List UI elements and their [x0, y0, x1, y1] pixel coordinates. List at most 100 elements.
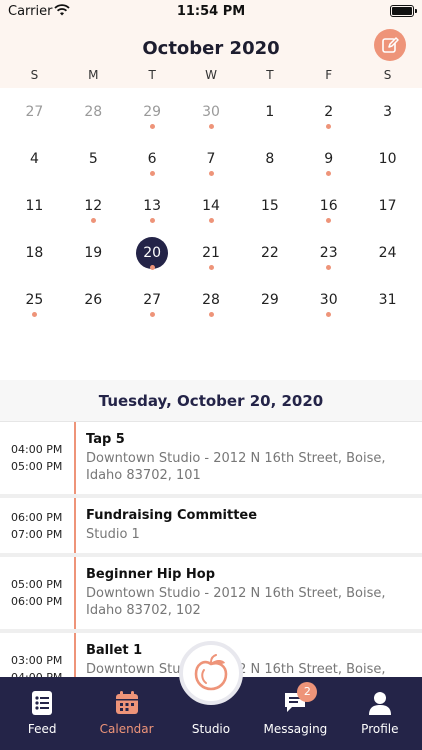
studio-button[interactable] — [179, 641, 243, 705]
event-location: Downtown Studio - 2012 N 16th Street, Bo… — [86, 451, 386, 483]
event-info: Tap 5 Downtown Studio - 2012 N 16th Stree… — [76, 422, 422, 494]
event-list: 04:00 PM 05:00 PM Tap 5 Downtown Studio - 2… — [0, 422, 422, 677]
weekday-label: W — [205, 68, 217, 82]
event-location: Downtown Studio - 2012 N 16th Street, Bo… — [86, 586, 386, 618]
event-location: Studio 1 — [86, 527, 140, 542]
event-end-time: 06:00 PM — [11, 595, 63, 608]
calendar-day-number: 1 — [265, 104, 275, 120]
calendar-week-row: 18 19 20 21 22 23 24 — [5, 231, 417, 278]
status-time: 11:54 PM — [176, 4, 246, 19]
calendar-day-number: 31 — [378, 292, 397, 308]
calendar-day[interactable]: 29 — [240, 278, 299, 325]
calendar-day[interactable]: 24 — [358, 231, 417, 278]
event-end-time: 04:00 PM — [11, 669, 74, 677]
calendar-day[interactable]: 30 — [299, 278, 358, 325]
calendar-day[interactable]: 27 — [123, 278, 182, 325]
event-end-time: 05:00 PM — [11, 460, 63, 473]
calendar-day[interactable]: 3 — [358, 90, 417, 137]
calendar-day[interactable]: 12 — [64, 184, 123, 231]
event-title: Beginner Hip Hop — [86, 567, 216, 582]
event-end-time: 07:00 PM — [11, 527, 63, 541]
event-indicator-dot — [326, 124, 332, 129]
calendar-header: October 2020 S M T W T F S — [0, 24, 422, 88]
selected-date-title: Tuesday, October 20, 2020 — [98, 392, 324, 410]
calendar-day[interactable]: 4 — [5, 137, 64, 184]
edit-icon — [382, 37, 399, 53]
event-start-time: 05:00 PM — [11, 578, 63, 591]
event-row[interactable]: 05:00 PM 06:00 PM Beginner Hip Hop Downtown… — [0, 557, 422, 633]
calendar-day[interactable]: 21 — [182, 231, 241, 278]
tab-profile[interactable]: Profile — [338, 677, 422, 750]
weekday-label: F — [325, 68, 333, 82]
tab-messaging[interactable]: 2 Messaging — [253, 677, 337, 750]
calendar-day[interactable]: 8 — [240, 137, 299, 184]
calendar-day[interactable]: 31 — [358, 278, 417, 325]
calendar-day[interactable]: 7 — [182, 137, 241, 184]
calendar-day[interactable]: 14 — [182, 184, 241, 231]
event-start-time: 04:00 PM — [11, 443, 63, 456]
calendar-day[interactable]: 1 — [240, 90, 299, 137]
tab-calendar-label: Calendar — [99, 722, 154, 736]
calendar-day[interactable]: 27 — [5, 90, 64, 137]
calendar-grid: 27 28 29 30 1 2 3 4 5 6 7 8 9 10 11 12 13 14 15 16 17 18 19 20 2… — [0, 90, 422, 325]
event-start-time: 03:00 PM — [11, 654, 63, 667]
calendar-day[interactable]: 10 — [358, 137, 417, 184]
calendar-day[interactable]: 29 — [123, 90, 182, 137]
calendar-day[interactable]: 17 — [358, 184, 417, 231]
calendar-day[interactable]: 28 — [64, 90, 123, 137]
calendar-day[interactable]: 28 — [182, 278, 241, 325]
calendar-day-number: 4 — [29, 151, 39, 167]
calendar-day-number: 18 — [25, 245, 44, 261]
event-indicator-dot — [149, 265, 155, 270]
tab-messaging-label: Messaging — [263, 722, 328, 736]
calendar-day[interactable]: 16 — [299, 184, 358, 231]
tab-feed[interactable]: Feed — [0, 677, 84, 750]
status-bar: Carrier 11:54 PM — [0, 0, 422, 24]
calendar-day-number: 17 — [378, 198, 397, 214]
event-indicator-dot — [149, 218, 155, 223]
calendar-day[interactable]: 2 — [299, 90, 358, 137]
event-indicator-dot — [326, 312, 332, 317]
calendar-day[interactable]: 6 — [123, 137, 182, 184]
calendar-day[interactable]: 22 — [240, 231, 299, 278]
event-indicator-dot — [208, 171, 214, 176]
event-indicator-dot — [149, 124, 155, 129]
tab-profile-label: Profile — [361, 722, 399, 736]
event-info: Beginner Hip Hop Downtown Studio - 2012 N… — [76, 557, 422, 629]
event-info: Ballet 1 Downtown Studio - 2012 N 16th St… — [76, 633, 422, 677]
event-times: 04:00 PM 05:00 PM — [0, 422, 76, 494]
calendar-day[interactable]: 26 — [64, 278, 123, 325]
calendar-day[interactable]: 13 — [123, 184, 182, 231]
event-indicator-dot — [326, 265, 332, 270]
calendar-day[interactable]: 19 — [64, 231, 123, 278]
calendar-day[interactable]: 30 — [182, 90, 241, 137]
weekday-label: T — [266, 68, 274, 82]
calendar-day[interactable]: 11 — [5, 184, 64, 231]
event-times: 06:00 PM 07:00 PM — [0, 498, 76, 553]
edit-button[interactable] — [374, 29, 406, 61]
calendar-day[interactable]: 9 — [299, 137, 358, 184]
calendar-day[interactable]: 25 — [5, 278, 64, 325]
calendar-day[interactable]: 15 — [240, 184, 299, 231]
calendar-day-number: 24 — [378, 245, 397, 261]
calendar-day[interactable]: 18 — [5, 231, 64, 278]
weekday-label: M — [88, 68, 99, 82]
event-indicator-dot — [31, 312, 37, 317]
calendar-day-number: 15 — [260, 198, 279, 214]
calendar-day-number: 28 — [84, 104, 103, 120]
event-indicator-dot — [90, 218, 96, 223]
event-row[interactable]: 04:00 PM 05:00 PM Tap 5 Downtown Studio - 2… — [0, 422, 422, 498]
calendar-day-selected[interactable]: 20 — [123, 231, 182, 278]
event-indicator-dot — [149, 171, 155, 176]
calendar-day-number: 26 — [84, 292, 103, 308]
messaging-icon-wrap: 2 — [282, 682, 318, 715]
calendar-day[interactable]: 5 — [64, 137, 123, 184]
event-indicator-dot — [326, 171, 332, 176]
calendar-day[interactable]: 23 — [299, 231, 358, 278]
tab-calendar[interactable]: Calendar — [84, 677, 168, 750]
event-row[interactable]: 06:00 PM 07:00 PM Fundraising Committee Stu… — [0, 498, 422, 557]
event-indicator-dot — [149, 312, 155, 317]
weekday-label: S — [30, 68, 39, 82]
calendar-day-number: 11 — [25, 198, 44, 214]
tab-studio-label: Studio — [191, 722, 231, 736]
